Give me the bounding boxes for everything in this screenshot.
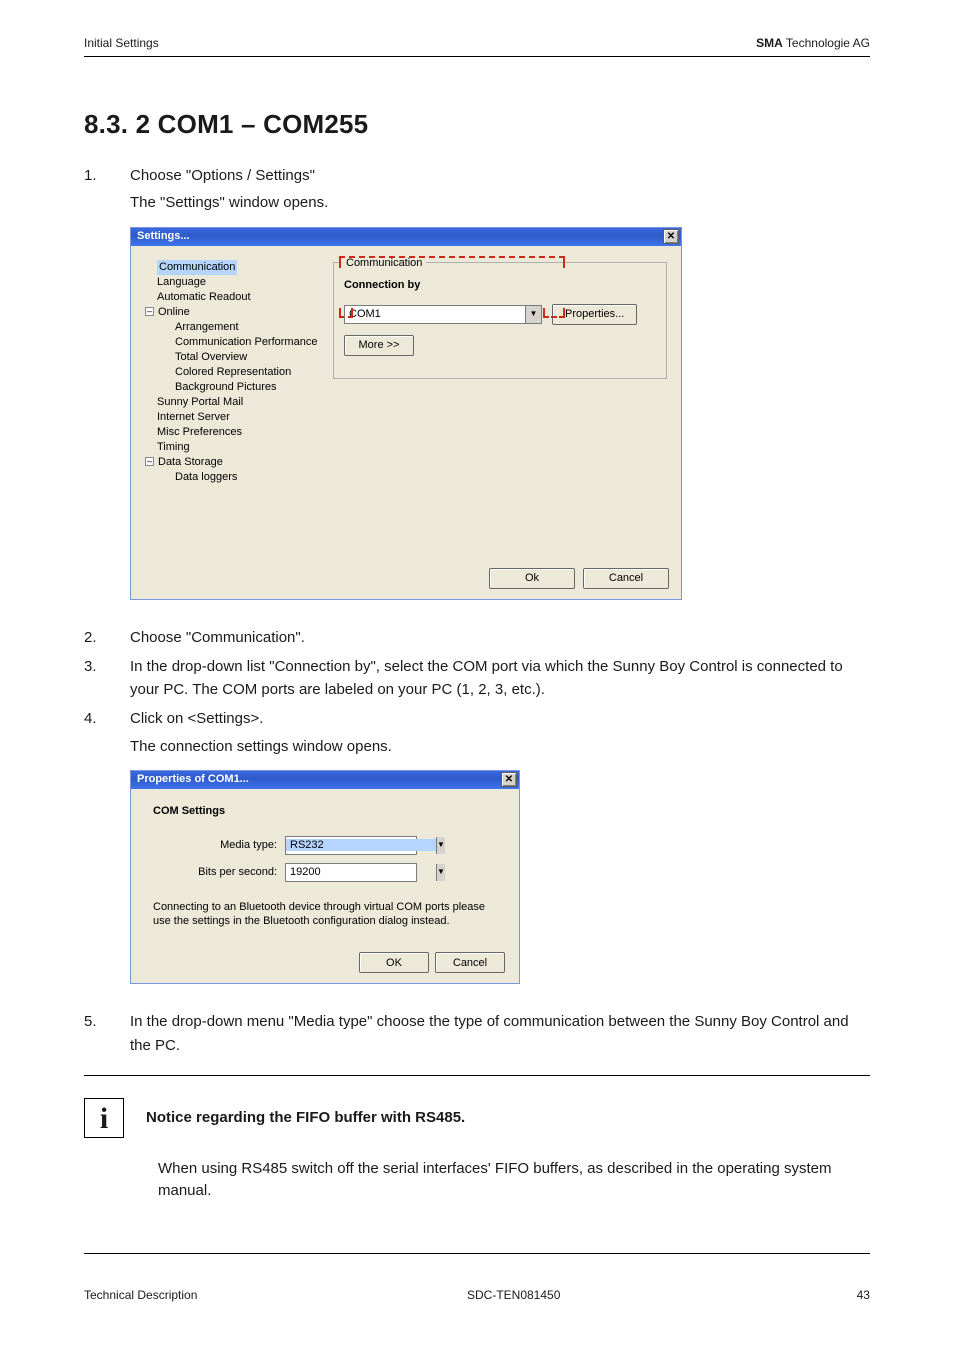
- tree-sunny-portal[interactable]: Sunny Portal Mail: [145, 395, 327, 410]
- bits-select[interactable]: ▼: [285, 863, 417, 882]
- step-2-text: Choose "Communication".: [130, 626, 870, 649]
- tree-colored-rep[interactable]: Colored Representation: [145, 365, 327, 380]
- tree-comm-perf[interactable]: Communication Performance: [145, 335, 327, 350]
- connection-by-value[interactable]: [345, 308, 525, 320]
- tree-internet-server[interactable]: Internet Server: [145, 410, 327, 425]
- connection-by-select[interactable]: ▼: [344, 305, 542, 324]
- step-1-text: Choose "Options / Settings": [130, 164, 870, 187]
- bits-label: Bits per second:: [193, 864, 285, 881]
- step-5-text: In the drop-down menu "Media type" choos…: [130, 1010, 870, 1057]
- ok-button[interactable]: Ok: [489, 568, 575, 589]
- header-right: SMA Technologie AG: [756, 36, 870, 50]
- step-1: 1. Choose "Options / Settings" The "Sett…: [84, 164, 870, 620]
- step-3-number: 3.: [84, 655, 130, 702]
- info-icon: i: [84, 1098, 124, 1138]
- communication-groupbox: Communication Connection by ▼ Properties…: [333, 262, 667, 379]
- properties-button[interactable]: Properties...: [552, 304, 637, 325]
- step-4-text: Click on <Settings>.: [130, 707, 870, 730]
- page-number: 43: [830, 1288, 870, 1302]
- step-4: 4. Click on <Settings>. The connection s…: [84, 707, 870, 1004]
- more-button[interactable]: More >>: [344, 335, 414, 356]
- settings-tree[interactable]: Communication Language Automatic Readout…: [139, 256, 329, 558]
- com-settings-heading: COM Settings: [147, 803, 503, 820]
- properties-title: Properties of COM1...: [137, 771, 249, 788]
- header-right-rest: Technologie AG: [783, 36, 870, 50]
- step-5: 5. In the drop-down menu "Media type" ch…: [84, 1010, 870, 1057]
- cancel-button[interactable]: Cancel: [435, 952, 505, 973]
- tree-communication[interactable]: Communication: [157, 260, 237, 275]
- tree-timing[interactable]: Timing: [145, 440, 327, 455]
- tree-language[interactable]: Language: [145, 275, 327, 290]
- footer-rule: [84, 1253, 870, 1254]
- media-type-label: Media type:: [193, 837, 285, 854]
- properties-window: Properties of COM1... ✕ COM Settings Med…: [130, 770, 520, 985]
- page-footer: Technical Description SDC-TEN081450 43: [84, 1288, 870, 1302]
- media-type-select[interactable]: ▼: [285, 836, 417, 855]
- connection-by-label: Connection by: [344, 277, 656, 294]
- header-right-bold: SMA: [756, 36, 783, 50]
- tree-data-storage[interactable]: Data Storage: [158, 456, 223, 468]
- section-title: 8.3. 2 COM1 – COM255: [84, 109, 870, 140]
- step-2-number: 2.: [84, 626, 130, 649]
- step-5-number: 5.: [84, 1010, 130, 1057]
- step-4-follow: The connection settings window opens.: [130, 735, 870, 758]
- tree-bg-pictures[interactable]: Background Pictures: [145, 380, 327, 395]
- header-left: Initial Settings: [84, 36, 159, 50]
- expander-icon[interactable]: –: [145, 307, 154, 316]
- step-3-text: In the drop-down list "Connection by", s…: [130, 655, 870, 702]
- footer-mid: SDC-TEN081450: [467, 1288, 560, 1302]
- tree-automatic-readout[interactable]: Automatic Readout: [145, 290, 327, 305]
- footer-left: Technical Description: [84, 1288, 197, 1302]
- properties-titlebar: Properties of COM1... ✕: [131, 771, 519, 789]
- chevron-down-icon[interactable]: ▼: [436, 837, 445, 854]
- cancel-button[interactable]: Cancel: [583, 568, 669, 589]
- step-3: 3. In the drop-down list "Connection by"…: [84, 655, 870, 702]
- close-icon[interactable]: ✕: [501, 772, 517, 787]
- header-rule: [84, 56, 870, 57]
- bits-value[interactable]: [286, 866, 436, 878]
- step-2: 2. Choose "Communication".: [84, 626, 870, 649]
- groupbox-legend: Communication: [342, 255, 426, 272]
- settings-titlebar: Settings... ✕: [131, 228, 681, 246]
- close-icon[interactable]: ✕: [663, 229, 679, 244]
- step-1-follow: The "Settings" window opens.: [130, 191, 870, 214]
- bluetooth-note: Connecting to an Bluetooth device throug…: [147, 890, 503, 935]
- section-rule: [84, 1075, 870, 1076]
- notice-row: i Notice regarding the FIFO buffer with …: [84, 1098, 870, 1138]
- settings-title: Settings...: [137, 228, 190, 245]
- notice-title: Notice regarding the FIFO buffer with RS…: [146, 1109, 465, 1126]
- step-4-number: 4.: [84, 707, 130, 1004]
- step-1-number: 1.: [84, 164, 130, 620]
- chevron-down-icon[interactable]: ▼: [525, 306, 541, 323]
- notice-body: When using RS485 switch off the serial i…: [84, 1158, 870, 1203]
- tree-arrangement[interactable]: Arrangement: [145, 320, 327, 335]
- settings-window: Settings... ✕ Communication Language Aut…: [130, 227, 682, 600]
- chevron-down-icon[interactable]: ▼: [436, 864, 445, 881]
- tree-online[interactable]: Online: [158, 306, 190, 318]
- tree-total-overview[interactable]: Total Overview: [145, 350, 327, 365]
- tree-misc-prefs[interactable]: Misc Preferences: [145, 425, 327, 440]
- page-header: Initial Settings SMA Technologie AG: [84, 36, 870, 50]
- settings-right-pane: Communication Connection by ▼ Properties…: [329, 256, 671, 558]
- media-type-value[interactable]: [286, 839, 436, 851]
- ok-button[interactable]: OK: [359, 952, 429, 973]
- expander-icon[interactable]: –: [145, 457, 154, 466]
- tree-data-loggers[interactable]: Data loggers: [145, 470, 327, 485]
